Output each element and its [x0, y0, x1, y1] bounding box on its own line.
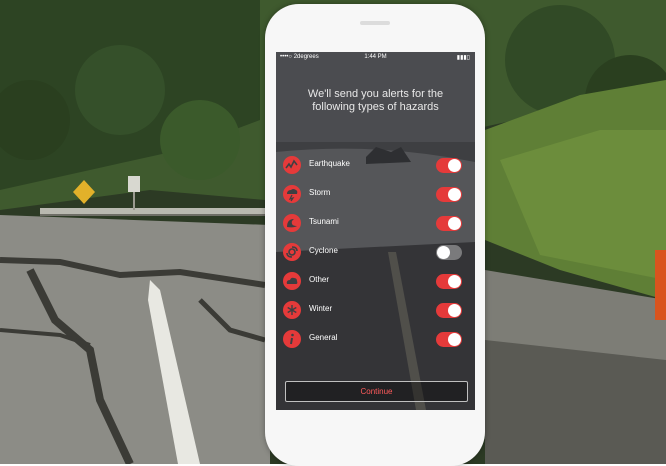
hazard-row-storm: Storm — [283, 183, 468, 205]
continue-button[interactable]: Continue — [285, 381, 468, 402]
hazard-row-earthquake: Earthquake — [283, 154, 468, 176]
toggle-knob — [448, 304, 461, 317]
snowflake-icon — [283, 301, 301, 319]
hazard-label: Tsunami — [309, 217, 339, 226]
page-title: We'll send you alerts for the following … — [307, 88, 444, 113]
hazard-label: Storm — [309, 188, 331, 197]
toggle-knob — [448, 159, 461, 172]
hazard-row-winter: Winter — [283, 299, 468, 321]
cloud-icon — [283, 272, 301, 290]
winter-toggle[interactable] — [436, 303, 462, 318]
storm-icon — [283, 185, 301, 203]
hazard-row-cyclone: Cyclone — [283, 241, 468, 263]
general-toggle[interactable] — [436, 332, 462, 347]
info-icon — [283, 330, 301, 348]
clock: 1:44 PM — [364, 54, 387, 60]
storm-toggle[interactable] — [436, 187, 462, 202]
hazard-row-general: General — [283, 328, 468, 350]
battery-icon: ▮▮▮▯ — [456, 55, 470, 61]
hazard-row-tsunami: Tsunami — [283, 212, 468, 234]
phone-speaker — [360, 21, 390, 25]
other-toggle[interactable] — [436, 274, 462, 289]
hazard-label: General — [309, 333, 338, 342]
tsunami-toggle[interactable] — [436, 216, 462, 231]
toggle-knob — [448, 188, 461, 201]
hazard-label: Earthquake — [309, 159, 350, 168]
hazard-label: Cyclone — [309, 246, 338, 255]
hazard-label: Other — [309, 275, 330, 284]
app-screen: ••••○ 2degrees 1:44 PM ▮▮▮▯ We'll send y… — [276, 52, 475, 410]
toggle-knob — [437, 246, 450, 259]
toggle-knob — [448, 333, 461, 346]
toggle-knob — [448, 217, 461, 230]
tsunami-icon — [283, 214, 301, 232]
earthquake-icon — [283, 156, 301, 174]
cyclone-toggle[interactable] — [436, 245, 462, 260]
cyclone-icon — [283, 243, 301, 261]
status-bar: ••••○ 2degrees 1:44 PM ▮▮▮▯ — [276, 52, 475, 63]
toggle-knob — [448, 275, 461, 288]
hazard-label: Winter — [309, 304, 333, 313]
hazard-row-other: Other — [283, 270, 468, 292]
earthquake-toggle[interactable] — [436, 158, 462, 173]
